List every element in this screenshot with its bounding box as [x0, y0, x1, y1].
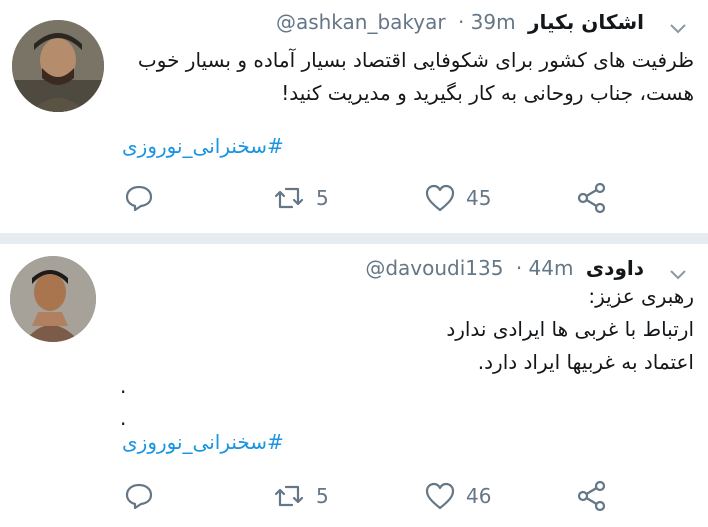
- avatar-image: [10, 256, 96, 342]
- avatar[interactable]: [10, 256, 96, 342]
- retweet-count: 5: [316, 186, 329, 210]
- hashtag-link[interactable]: #سخنرانی_نوروزی: [122, 430, 284, 454]
- chevron-down-icon[interactable]: [668, 18, 688, 38]
- share-button[interactable]: [576, 178, 608, 218]
- tweet[interactable]: داودی @davoudi135 · 44m رهبری عزیز: ارتب…: [0, 244, 708, 527]
- dot-line: .: [120, 374, 127, 398]
- share-icon: [577, 182, 606, 214]
- retweet-icon: [274, 187, 304, 209]
- retweet-button[interactable]: 5: [272, 476, 329, 516]
- hashtag-link[interactable]: #سخنرانی_نوروزی: [122, 134, 284, 158]
- tweet-actions: 5 46: [0, 476, 708, 516]
- timestamp[interactable]: · 39m: [458, 10, 516, 34]
- tweet-text: رهبری عزیز: ارتباط با غربی ها ایرادی ندا…: [446, 280, 694, 379]
- reply-icon: [125, 483, 153, 510]
- tweet-actions: 5 45: [0, 178, 708, 218]
- tweet[interactable]: اشکان بکیار @ashkan_bakyar · 39m ظرفیت ه…: [0, 0, 708, 233]
- dot-line: .: [120, 406, 127, 430]
- reply-button[interactable]: [124, 476, 154, 516]
- timestamp[interactable]: · 44m: [516, 256, 574, 280]
- like-count: 46: [466, 484, 492, 508]
- tweet-header: اشکان بکیار @ashkan_bakyar · 39m: [276, 10, 644, 38]
- tweet-text-line: اعتماد به غربیها ایراد دارد.: [477, 350, 694, 374]
- heart-icon: [425, 184, 455, 212]
- tweet-text-line: هست، جناب روحانی به کار بگیرید و مدیریت …: [281, 81, 694, 105]
- tweet-text-line: رهبری عزیز:: [588, 284, 694, 308]
- avatar-image: [12, 20, 104, 112]
- retweet-count: 5: [316, 484, 329, 508]
- reply-button[interactable]: [124, 178, 154, 218]
- share-button[interactable]: [576, 476, 608, 516]
- display-name[interactable]: داودی: [586, 256, 644, 280]
- tweet-divider: [0, 233, 708, 244]
- like-count: 45: [466, 186, 492, 210]
- username[interactable]: @davoudi135: [365, 256, 503, 280]
- username[interactable]: @ashkan_bakyar: [276, 10, 446, 34]
- display-name[interactable]: اشکان بکیار: [528, 10, 644, 34]
- tweet-text: ظرفیت های کشور برای شکوفایی اقتصاد بسیار…: [109, 44, 694, 110]
- like-button[interactable]: 46: [424, 476, 491, 516]
- heart-icon: [425, 482, 455, 510]
- reply-icon: [125, 185, 153, 212]
- like-button[interactable]: 45: [424, 178, 491, 218]
- tweet-text-line: ظرفیت های کشور برای شکوفایی اقتصاد بسیار…: [137, 48, 694, 72]
- retweet-button[interactable]: 5: [272, 178, 329, 218]
- tweet-text-line: ارتباط با غربی ها ایرادی ندارد: [446, 317, 694, 341]
- retweet-icon: [274, 485, 304, 507]
- share-icon: [577, 480, 606, 512]
- avatar[interactable]: [12, 20, 104, 112]
